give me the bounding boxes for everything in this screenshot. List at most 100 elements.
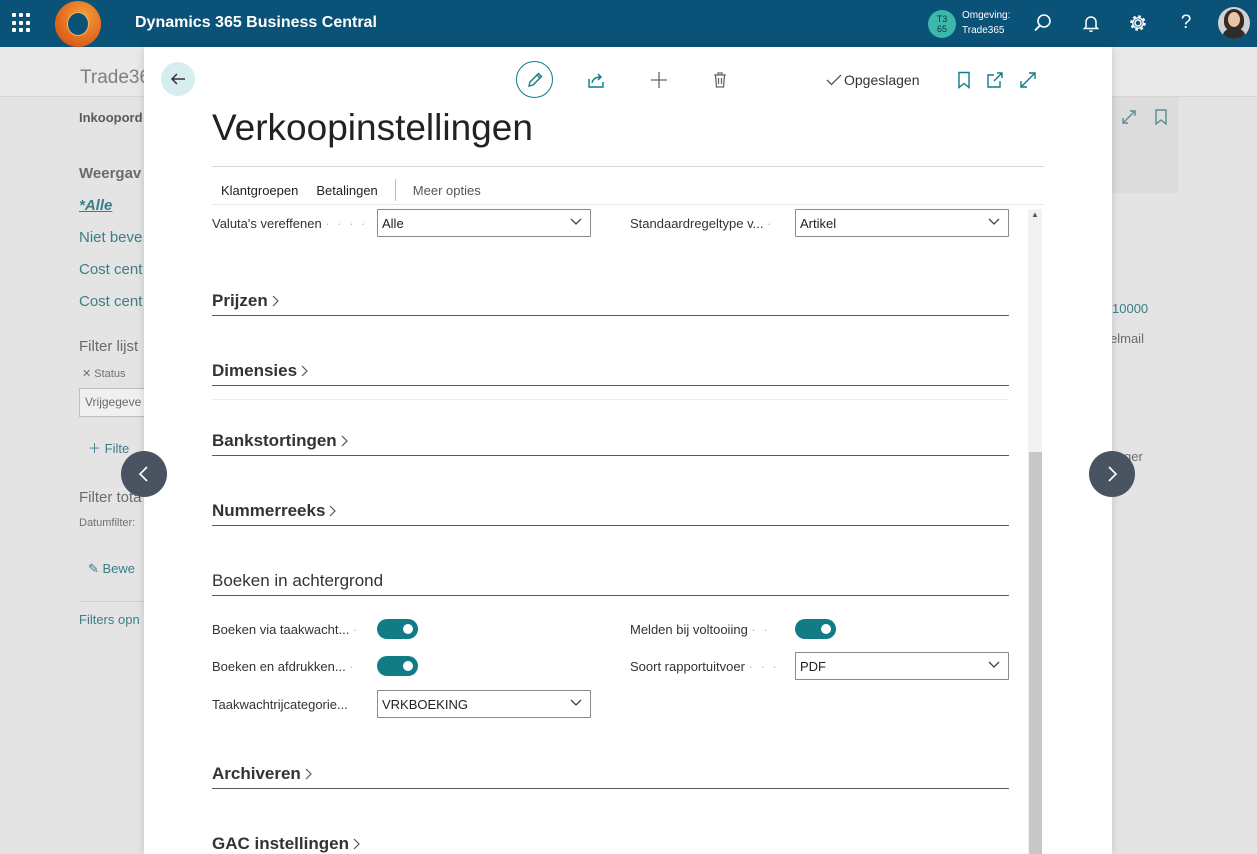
background-status-filter[interactable]: ✕ Status: [82, 367, 125, 380]
background-expand-icon[interactable]: [1121, 109, 1137, 125]
expand-icon[interactable]: [1019, 71, 1037, 89]
field-regeltype-label: Standaardregeltype v... ·: [630, 216, 774, 231]
section-prijzen[interactable]: Prijzen: [212, 291, 280, 311]
background-tab[interactable]: Inkoopord: [79, 110, 143, 125]
edit-button[interactable]: [516, 61, 553, 98]
field-afdrukken-label: Boeken en afdrukken... ·: [212, 659, 356, 674]
open-new-window-icon[interactable]: [986, 71, 1004, 89]
section-archiveren-title: Archiveren: [212, 764, 301, 783]
environment-label: Omgeving:: [962, 10, 1011, 21]
chevron-right-icon: [305, 768, 312, 780]
action-betalingen[interactable]: Betalingen: [307, 183, 386, 198]
background-edit-link[interactable]: ✎ Bewe: [88, 561, 135, 577]
section-divider: [212, 385, 1009, 386]
env-badge-line1: T3: [936, 14, 948, 24]
help-icon[interactable]: ?: [1174, 11, 1198, 35]
scroll-up-icon[interactable]: ▲: [1028, 209, 1042, 221]
env-badge-line2: 65: [936, 24, 947, 34]
scrollbar-thumb[interactable]: [1029, 452, 1042, 854]
field-melden-label: Melden bij voltooiing · ·: [630, 622, 770, 637]
melden-label-text: Melden bij voltooiing: [630, 622, 748, 637]
pencil-icon: [528, 72, 543, 87]
rapport-label-text: Soort rapportuitvoer: [630, 659, 745, 674]
action-more-options[interactable]: Meer opties: [404, 183, 490, 198]
section-divider: [212, 788, 1009, 789]
field-categorie-label: Taakwachtrijcategorie...: [212, 697, 348, 712]
chevron-down-icon: [570, 699, 582, 706]
action-klantgroepen[interactable]: Klantgroepen: [212, 183, 307, 198]
background-status-input[interactable]: Vrijgegeve: [79, 388, 149, 417]
next-record-button[interactable]: [1089, 451, 1135, 497]
background-right-email: elmail: [1110, 331, 1144, 346]
sales-setup-dialog: Opgeslagen Verkoopinstellingen Klantgroe…: [144, 47, 1112, 854]
background-filter-list: Filter lijst: [79, 338, 139, 355]
background-view-item[interactable]: Cost cent: [79, 293, 142, 310]
top-bar: Dynamics 365 Business Central T3 65 Omge…: [0, 0, 1257, 47]
chevron-right-icon: [272, 295, 279, 307]
section-dimensies-title: Dimensies: [212, 361, 298, 380]
section-nummerreeks[interactable]: Nummerreeks: [212, 501, 337, 521]
save-status: Opgeslagen: [826, 72, 920, 88]
background-view-all[interactable]: *Alle: [79, 197, 112, 214]
page-title: Verkoopinstellingen: [212, 107, 533, 148]
valuta-select-value: Alle: [382, 216, 404, 231]
chevron-right-icon: [301, 365, 308, 377]
faint-divider: [212, 399, 1009, 400]
field-rapport-label: Soort rapportuitvoer · · ·: [630, 659, 779, 674]
back-button[interactable]: [161, 62, 195, 96]
background-filters-open[interactable]: Filters opn: [79, 612, 140, 627]
melden-toggle[interactable]: [795, 619, 836, 639]
rapport-select[interactable]: PDF: [795, 652, 1009, 680]
section-nummerreeks-title: Nummerreeks: [212, 501, 326, 520]
action-divider: [394, 179, 396, 201]
avatar[interactable]: [1218, 7, 1250, 39]
categorie-label-text: Taakwachtrijcategorie...: [212, 697, 348, 712]
section-archiveren[interactable]: Archiveren: [212, 764, 313, 784]
add-icon[interactable]: [650, 71, 668, 89]
app-logo: [55, 1, 101, 47]
save-status-label: Opgeslagen: [844, 72, 920, 88]
checkmark-icon: [826, 74, 842, 86]
section-boeken-in-achtergrond[interactable]: Boeken in achtergrond: [212, 571, 383, 591]
afdrukken-toggle[interactable]: [377, 656, 418, 676]
section-bankstortingen-title: Bankstortingen: [212, 431, 337, 450]
field-valuta-label: Valuta's vereffenen · · · ·: [212, 216, 368, 231]
chevron-left-icon: [138, 466, 148, 482]
section-divider: [212, 315, 1009, 316]
valuta-select[interactable]: Alle: [377, 209, 591, 237]
section-bankstortingen[interactable]: Bankstortingen: [212, 431, 349, 451]
categorie-select[interactable]: VRKBOEKING: [377, 690, 591, 718]
regeltype-select[interactable]: Artikel: [795, 209, 1009, 237]
search-icon[interactable]: [1031, 11, 1055, 35]
taakwachtrij-label-text: Boeken via taakwacht...: [212, 622, 350, 637]
background-view-item[interactable]: Cost cent: [79, 261, 142, 278]
environment-value: Trade365: [962, 25, 1005, 36]
background-right-number[interactable]: 10000: [1112, 301, 1148, 316]
section-prijzen-title: Prijzen: [212, 291, 268, 310]
bookmark-icon[interactable]: [955, 71, 973, 89]
taakwachtrij-toggle[interactable]: [377, 619, 418, 639]
waffle-icon[interactable]: [12, 13, 32, 33]
section-divider: [212, 455, 1009, 456]
section-dimensies[interactable]: Dimensies: [212, 361, 309, 381]
background-add-filter[interactable]: ＋ Filte: [88, 438, 129, 457]
section-divider: [212, 595, 1009, 596]
chevron-right-icon: [353, 838, 360, 850]
action-bar: Klantgroepen Betalingen Meer opties: [212, 179, 490, 201]
delete-icon[interactable]: [711, 71, 729, 89]
background-bookmark-icon[interactable]: [1154, 109, 1168, 125]
section-gac-instellingen[interactable]: GAC instellingen: [212, 834, 361, 854]
section-divider: [212, 525, 1009, 526]
gear-icon[interactable]: [1126, 11, 1150, 35]
previous-record-button[interactable]: [121, 451, 167, 497]
title-divider: [212, 166, 1044, 167]
categorie-select-value: VRKBOEKING: [382, 697, 468, 712]
valuta-label-text: Valuta's vereffenen: [212, 216, 322, 231]
share-icon[interactable]: [587, 71, 605, 89]
section-boeken-title: Boeken in achtergrond: [212, 571, 384, 590]
environment-badge[interactable]: T3 65: [928, 10, 956, 38]
chevron-down-icon: [988, 661, 1000, 668]
background-date-filter: Datumfilter:: [79, 517, 136, 529]
bell-icon[interactable]: [1079, 11, 1103, 35]
background-view-item[interactable]: Niet beve: [79, 229, 142, 246]
